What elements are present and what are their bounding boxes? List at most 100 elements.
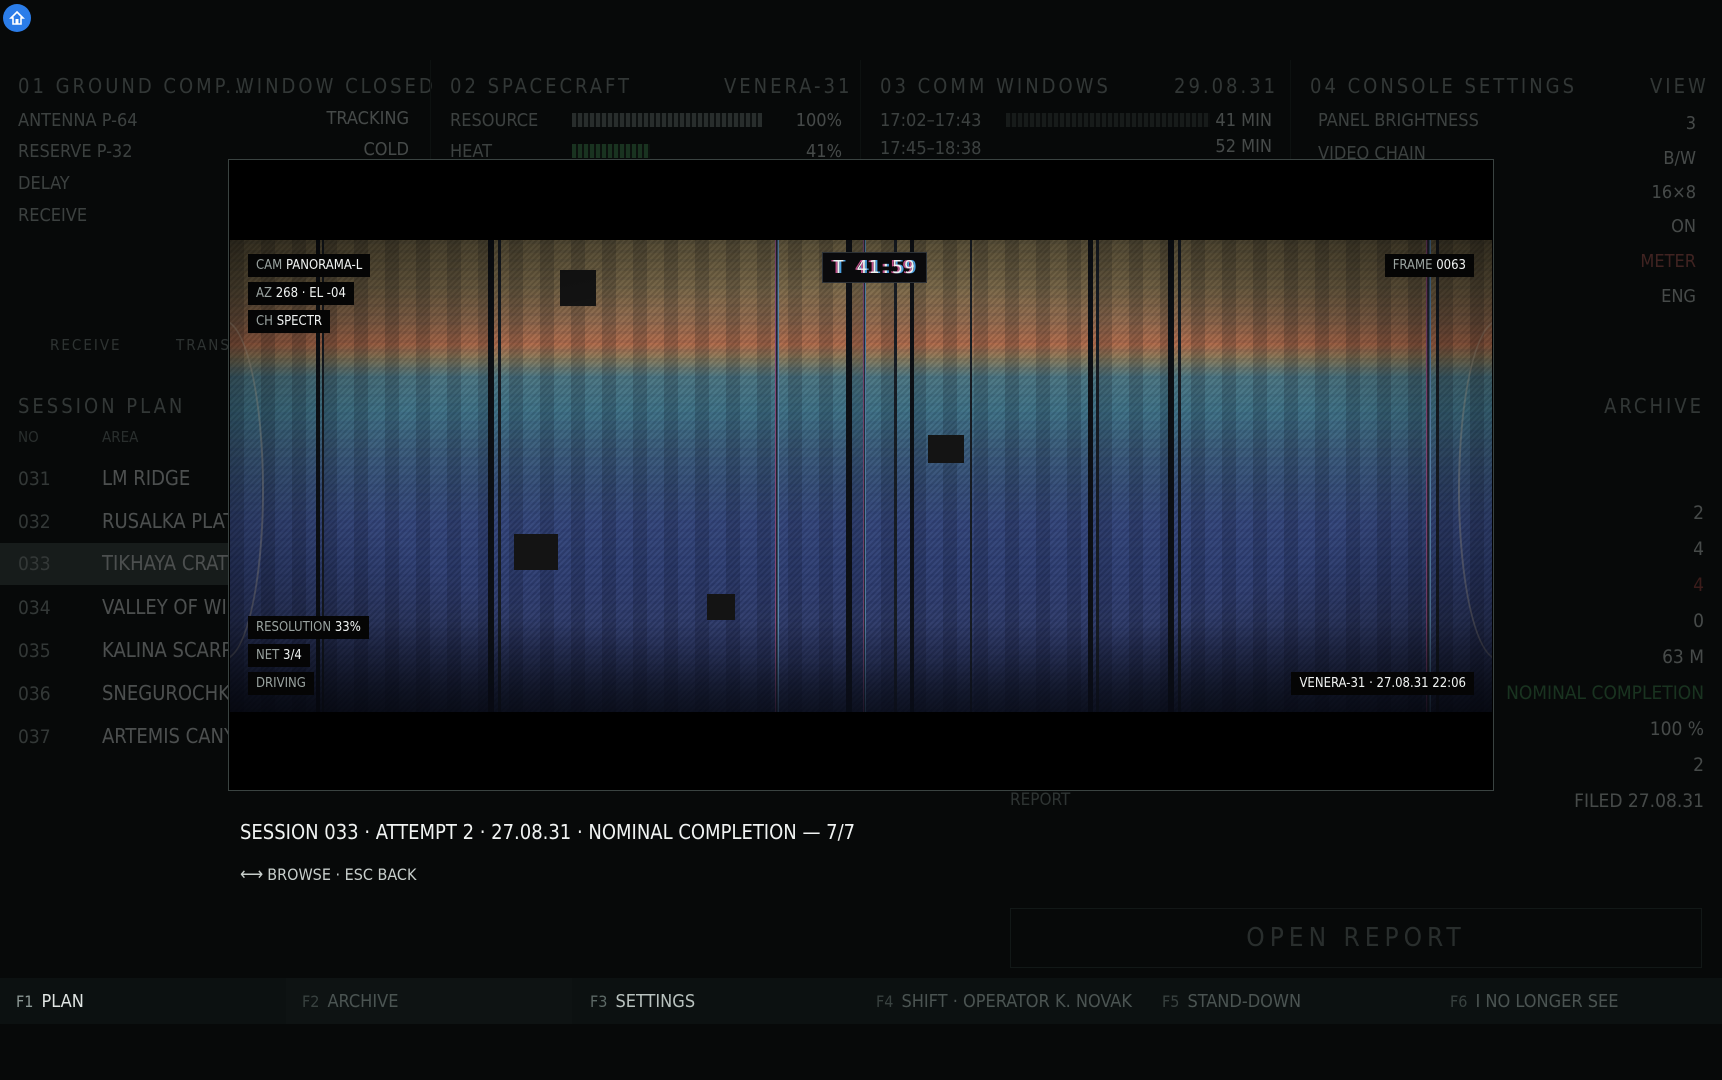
ground-panel-title: 01 GROUND COMP... [18,74,252,98]
ground-row-label: ANTENNA P-64 [18,110,138,131]
session-no: 034 [18,597,51,619]
osd-channel-label: CH [256,314,273,329]
osd-net-label: NET [256,648,280,663]
panel-brightness-label: PANEL BRIGHTNESS [1318,110,1479,131]
comm-window-duration: 52 MIN [1215,136,1272,157]
archive-value: 2 [1693,754,1704,776]
archive-value: 100 % [1649,718,1704,740]
osd-az-value: 268 · EL -04 [275,286,346,301]
fkey-code: F2 [302,991,320,1011]
osd-resolution-value: 33% [334,620,361,635]
f5-stand-down-key[interactable]: F5 STAND-DOWN [1162,978,1301,1024]
session-no: 036 [18,683,51,705]
osd-camera: CAM PANORAMA-L [248,254,371,277]
settings-view-link[interactable]: VIEW [1650,74,1709,98]
osd-camera-label: CAM [256,258,283,273]
navigation-hint: ⟷ BROWSE · ESC BACK [240,864,416,885]
browse-arrows-icon: ⟷ [240,864,264,885]
open-report-button[interactable]: OPEN REPORT [1010,908,1702,968]
fkey-code: F4 [876,991,894,1011]
spacecraft-panel-title: 02 SPACECRAFT [450,74,633,98]
session-row-selected[interactable]: 033 TIKHAYA CRATER [0,543,252,585]
osd-az-label: AZ [256,286,273,301]
ground-panel-status: WINDOW CLOSED [236,74,436,98]
osd-channel-value: SPECTR [276,314,322,329]
f4-shift-key[interactable]: F4 SHIFT · OPERATOR K. NOVAK [876,978,1132,1024]
function-key-bar: F1 PLAN F2 ARCHIVE F3 SETTINGS F4 SHIFT · OP… [0,978,1722,1024]
fkey-label: SHIFT · OPERATOR K. NOVAK [901,990,1133,1012]
setting-value[interactable]: ENG [1661,286,1696,307]
resource-label: RESOURCE [450,110,539,131]
fkey-code: F6 [1450,991,1468,1011]
archive-value: 0 [1693,610,1704,632]
tab-transmit[interactable]: TRANS [176,336,231,354]
osd-channel: CH SPECTR [248,310,330,333]
col-header-no: NO [18,428,39,446]
comm-window-time: 17:02–17:43 [880,110,982,131]
setting-value[interactable]: METER [1640,251,1696,272]
osd-resolution: RESOLUTION 33% [248,616,369,639]
session-row[interactable]: 032 RUSALKA PLATEA [0,501,258,543]
fkey-label: ARCHIVE [327,990,399,1012]
osd-azimuth: AZ 268 · EL -04 [248,282,354,305]
osd-frame-value: 0063 [1436,258,1466,273]
ground-row-value: COLD [363,139,409,160]
heat-bar [572,144,650,158]
report-status: FILED 27.08.31 [1574,790,1704,812]
fkey-label: SETTINGS [615,990,696,1012]
session-no: 035 [18,640,51,662]
resource-value: 100% [795,110,842,131]
f1-plan-key[interactable]: F1 PLAN [16,978,84,1024]
osd-resolution-label: RESOLUTION [256,620,332,635]
session-row[interactable]: 031 LM RIDGE [0,458,240,500]
archive-value: 4 [1693,538,1704,560]
osd-net: NET 3/4 [248,644,310,667]
comm-window-time: 17:45–18:38 [880,138,982,159]
panel-brightness-value[interactable]: 3 [1686,113,1696,134]
col-header-area: AREA [102,428,139,446]
session-area: ARTEMIS CANYO [102,724,249,748]
fkey-code: F1 [16,991,34,1011]
osd-frame: FRAME 0063 [1384,254,1474,277]
session-row[interactable]: 035 KALINA SCARP [0,630,240,672]
report-label: REPORT [1010,790,1071,810]
session-no: 032 [18,511,51,533]
osd-timestamp-value: VENERA-31 · 27.08.31 22:06 [1299,676,1466,691]
session-row[interactable]: 034 VALLEY OF WIND [0,587,254,629]
archive-value: 63 M [1662,646,1704,668]
fkey-label: PLAN [41,990,84,1012]
session-area: KALINA SCARP [102,638,233,662]
osd-timestamp: VENERA-31 · 27.08.31 22:06 [1291,672,1474,695]
comm-panel-title: 03 COMM WINDOWS [880,74,1111,98]
comm-window-bar [1006,113,1210,127]
session-row[interactable]: 037 ARTEMIS CANYO [0,716,248,758]
osd-frame-label: FRAME [1392,258,1433,273]
session-no: 033 [18,553,51,575]
vignette-overlay [230,240,1492,712]
ground-row-label: RECEIVE [18,205,88,226]
navigation-hint-text: BROWSE · ESC BACK [267,865,417,884]
f6-key[interactable]: F6 I NO LONGER SEE [1450,978,1619,1024]
setting-value[interactable]: ON [1671,216,1696,237]
archive-value: NOMINAL COMPLETION [1506,682,1704,704]
osd-net-value: 3/4 [283,648,302,663]
ground-row-label: DELAY [18,173,70,194]
session-plan-title: SESSION PLAN [18,394,186,418]
fkey-label: STAND-DOWN [1187,990,1302,1012]
video-chain-value[interactable]: B/W [1663,148,1696,169]
fkey-code: F5 [1162,991,1180,1011]
session-row[interactable]: 036 SNEGUROCHKA F [0,673,258,715]
osd-camera-value: PANORAMA-L [285,258,363,273]
setting-value[interactable]: 16×8 [1652,182,1696,203]
osd-mode: DRIVING [248,672,314,695]
session-no: 031 [18,468,51,490]
ground-row-value: TRACKING [326,108,409,129]
session-no: 037 [18,726,51,748]
tab-receive[interactable]: RECEIVE [50,336,122,354]
session-area: LM RIDGE [102,466,191,490]
frame-viewer-modal: CAM PANORAMA-L AZ 268 · EL -04 CH SPECTR… [228,159,1494,791]
f3-settings-key[interactable]: F3 SETTINGS [590,978,695,1024]
fkey-label: I NO LONGER SEE [1475,990,1619,1012]
f2-archive-key[interactable]: F2 ARCHIVE [286,978,572,1024]
archive-title: ARCHIVE [1604,394,1704,418]
